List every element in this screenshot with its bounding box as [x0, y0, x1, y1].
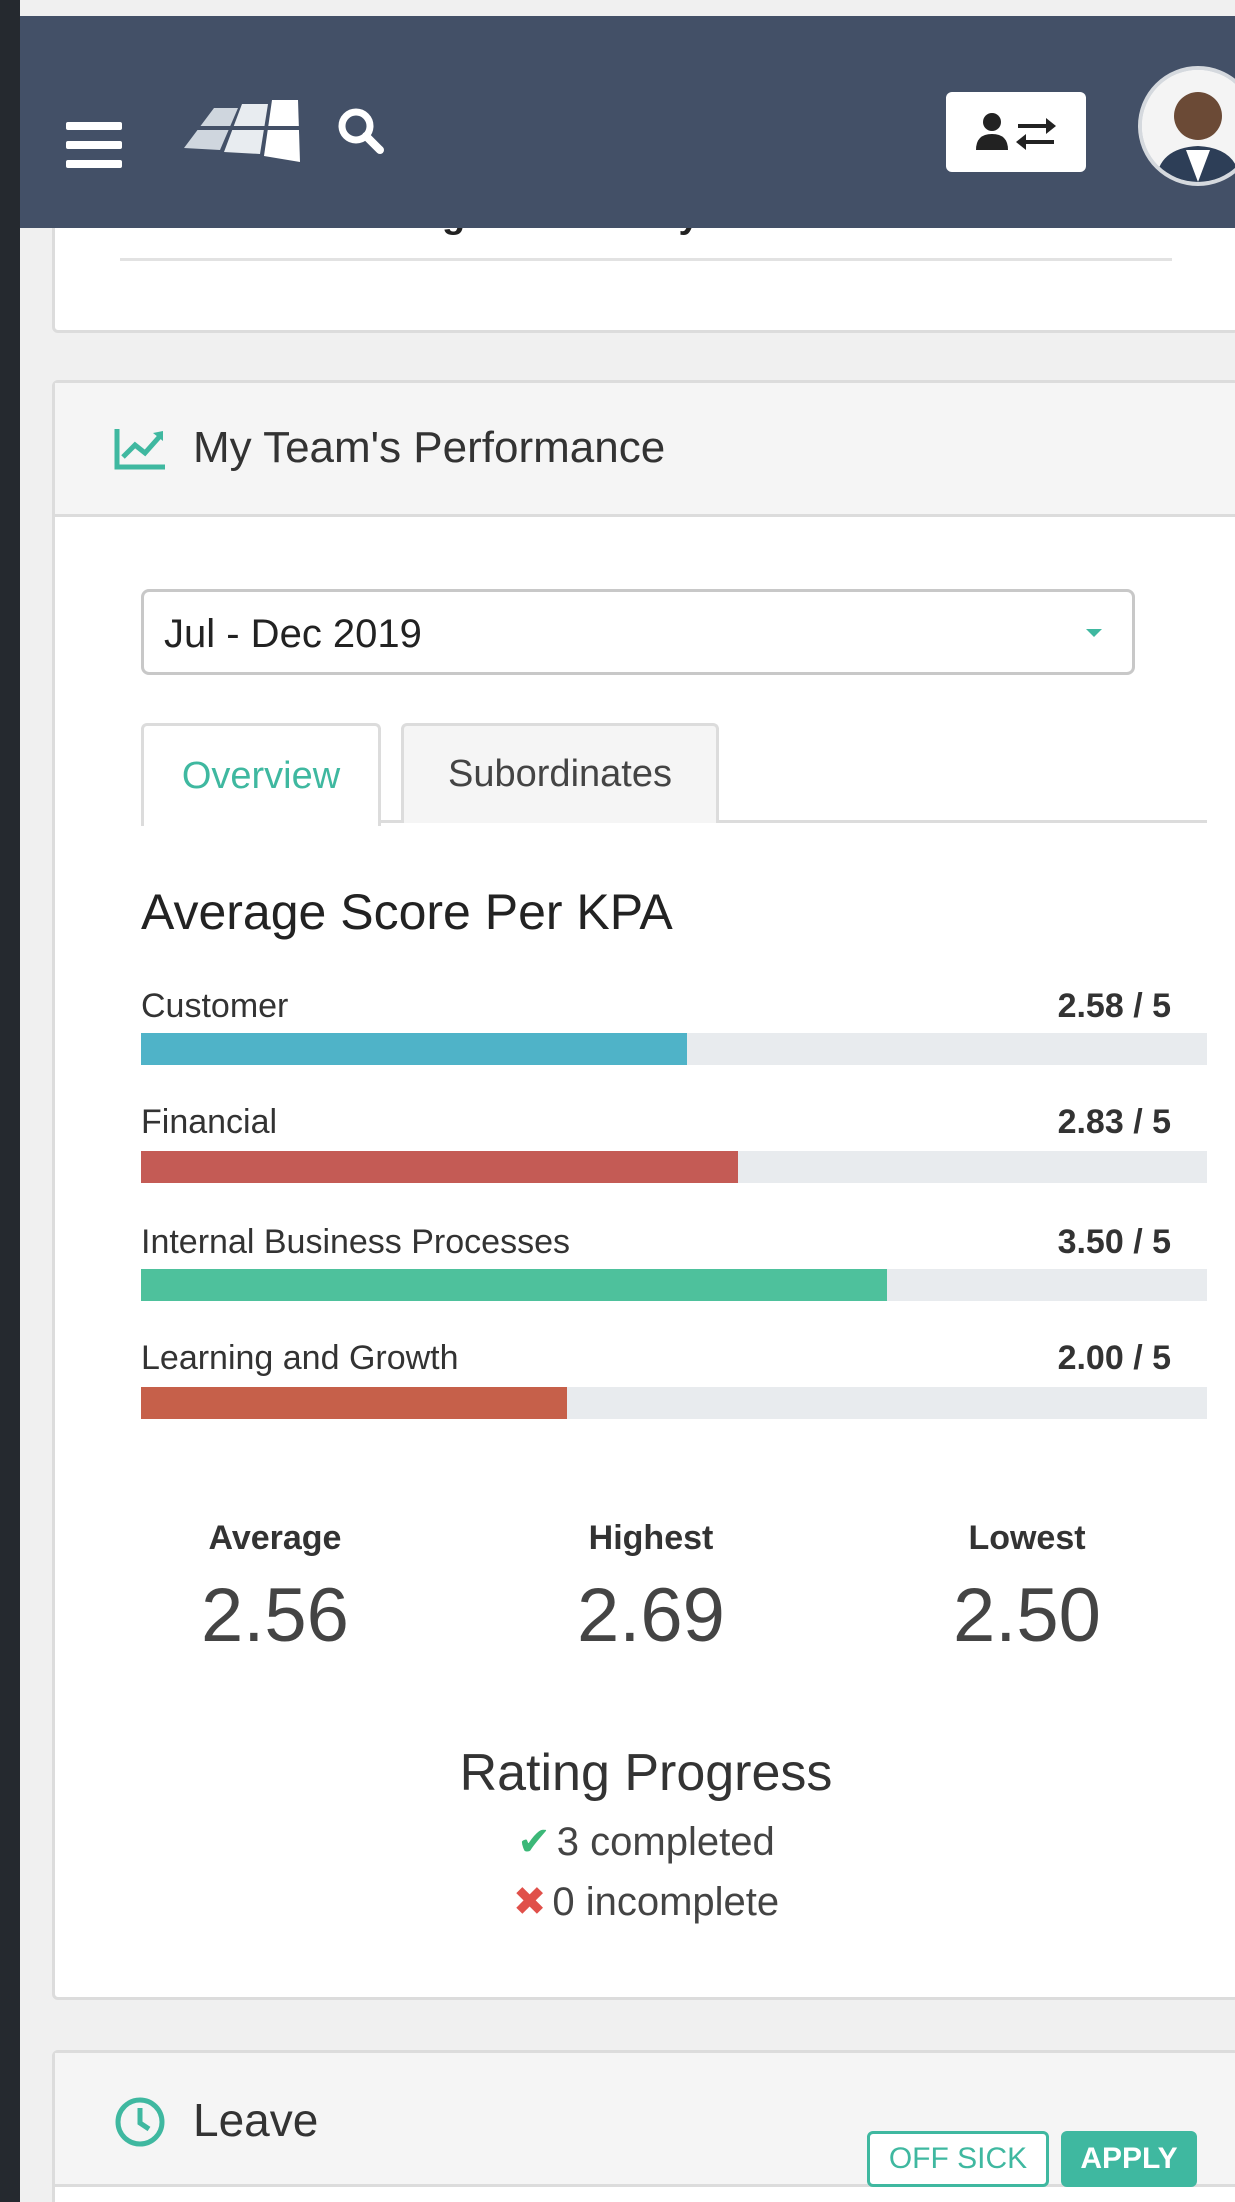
kpa-score: 2.83 / 5 [1057, 1103, 1171, 1141]
kpa-bar-fill [141, 1033, 687, 1065]
kpa-label: Internal Business Processes [141, 1223, 570, 1261]
tab-overview[interactable]: Overview [141, 723, 381, 826]
top-navbar [20, 16, 1235, 228]
card-header: Leave OFF SICK APPLY [55, 2053, 1235, 2187]
kpa-bar [141, 1269, 1207, 1301]
card-header: My Team's Performance [55, 383, 1235, 517]
hamburger-icon[interactable] [66, 122, 122, 168]
card-title: Leave [193, 2094, 319, 2146]
app-logo[interactable] [180, 90, 304, 170]
search-icon[interactable] [336, 106, 416, 186]
clock-icon [113, 2095, 167, 2154]
period-value: Jul - Dec 2019 [164, 612, 422, 656]
period-select[interactable]: Jul - Dec 2019 [141, 589, 1135, 675]
completed-text: 3 completed [556, 1820, 775, 1864]
tab-subordinates[interactable]: Subordinates [401, 723, 719, 823]
rating-progress-title: Rating Progress [459, 1744, 833, 1802]
rating-incomplete: ✖ 0 incomplete [55, 1879, 1235, 1925]
kpa-bar-fill [141, 1387, 568, 1419]
kpa-label: Learning and Growth [141, 1339, 459, 1377]
stat-highest: Highest 2.69 [501, 1519, 801, 1659]
user-switch-icon [976, 113, 1056, 150]
line-chart-icon [113, 427, 167, 476]
kpa-bar-fill [141, 1269, 888, 1301]
off-sick-button[interactable]: OFF SICK [867, 2131, 1049, 2187]
card-title: My Team's Performance [193, 423, 666, 472]
stat-label: Highest [588, 1519, 714, 1557]
user-avatar[interactable] [1138, 66, 1235, 186]
stat-label: Lowest [968, 1519, 1086, 1557]
stat-label: Average [208, 1519, 342, 1557]
kpa-bar [141, 1033, 1207, 1065]
divider [120, 258, 1172, 261]
section-title: Average Score Per KPA [141, 884, 673, 940]
stat-lowest: Lowest 2.50 [877, 1519, 1177, 1659]
kpa-label: Customer [141, 987, 289, 1025]
kpa-bar [141, 1151, 1207, 1183]
stat-value: 2.50 [953, 1573, 1101, 1658]
app-screen: Performance Management Policy [20, 0, 1235, 2202]
incomplete-text: 0 incomplete [552, 1880, 780, 1924]
kpa-score: 2.58 / 5 [1057, 987, 1171, 1025]
stat-average: Average 2.56 [125, 1519, 425, 1659]
cross-icon: ✖ [512, 1880, 547, 1924]
rating-completed: ✔ 3 completed [55, 1819, 1235, 1865]
apply-button[interactable]: APPLY [1061, 2131, 1197, 2187]
kpa-label: Financial [141, 1103, 278, 1141]
user-switch-button[interactable] [946, 92, 1086, 172]
kpa-score: 3.50 / 5 [1057, 1223, 1171, 1261]
kpa-score: 2.00 / 5 [1057, 1339, 1171, 1377]
kpa-bar-fill [141, 1151, 738, 1183]
stat-value: 2.56 [201, 1573, 349, 1658]
team-performance-card: My Team's Performance Jul - Dec 2019 Ove… [52, 380, 1235, 2000]
leave-card: Leave OFF SICK APPLY [52, 2050, 1235, 2202]
chevron-down-icon [1086, 629, 1102, 637]
kpa-bar [141, 1387, 1207, 1419]
check-icon: ✔ [517, 1820, 551, 1864]
stat-value: 2.69 [577, 1573, 725, 1658]
